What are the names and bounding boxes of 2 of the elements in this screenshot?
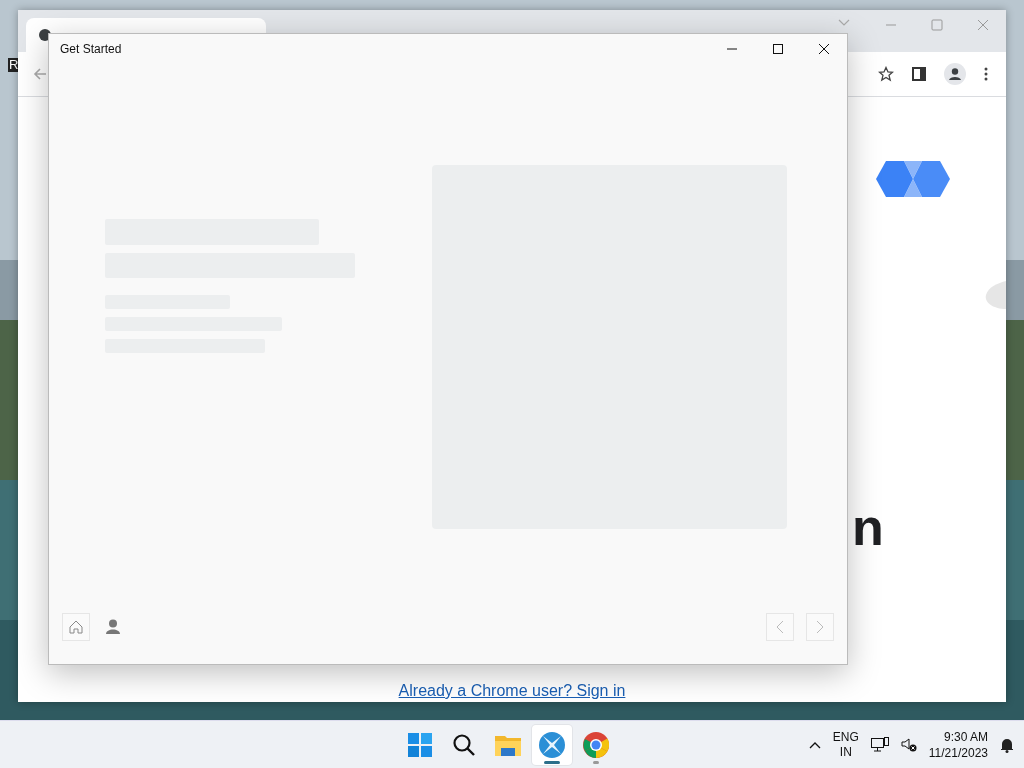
window-title: Get Started [60, 42, 123, 56]
page-heading: n [852, 497, 884, 557]
